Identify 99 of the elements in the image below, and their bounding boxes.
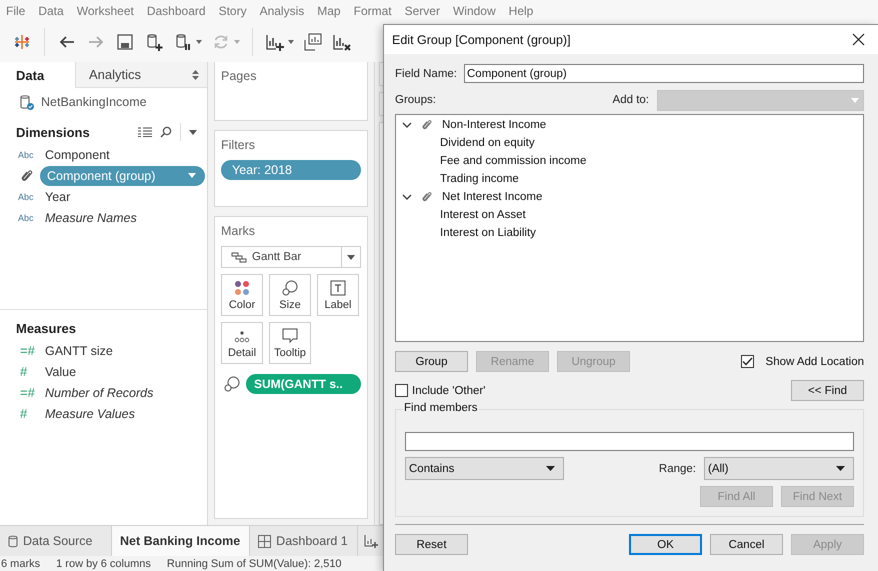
- status-text: 1 row by 6 columns: [56, 558, 151, 570]
- speech-bubble-icon: [282, 328, 298, 344]
- paperclip-icon: [421, 119, 433, 131]
- menu-item[interactable]: File: [6, 4, 26, 18]
- type-label: Abc: [18, 192, 35, 202]
- search-icon[interactable]: [160, 126, 172, 138]
- database-icon: [8, 534, 18, 548]
- menu-item[interactable]: Analysis: [260, 4, 304, 18]
- menu-item[interactable]: Story: [218, 4, 247, 18]
- member-item[interactable]: Trading income: [440, 173, 519, 185]
- mark-type-dropdown[interactable]: Gantt Bar: [221, 246, 361, 268]
- menu-item[interactable]: Map: [317, 4, 341, 18]
- field-name-input[interactable]: Component (group): [464, 64, 864, 83]
- card-title: Filters: [221, 138, 256, 152]
- close-icon[interactable]: [852, 33, 865, 46]
- check-icon: [742, 357, 753, 366]
- pane-tab[interactable]: Analytics: [75, 62, 207, 88]
- mark-property-button[interactable]: Detail: [221, 322, 263, 364]
- circles-icon: [224, 376, 240, 392]
- find-toggle-button[interactable]: << Find: [791, 380, 864, 401]
- group-item[interactable]: Net Interest Income: [442, 191, 542, 203]
- field-label: Range:: [658, 462, 696, 474]
- member-item[interactable]: Dividend on equity: [440, 137, 535, 149]
- dialog-title: Edit Group [Component (group)]: [392, 32, 571, 46]
- type-label: =#: [19, 385, 36, 400]
- type-label: #: [19, 364, 28, 379]
- group-title: Find members: [403, 402, 478, 414]
- database-icon: [19, 94, 35, 110]
- chevron-icon[interactable]: [402, 194, 412, 200]
- member-item[interactable]: Interest on Asset: [440, 209, 526, 221]
- caret-icon[interactable]: [347, 254, 355, 260]
- section-title: Dimensions: [16, 124, 90, 140]
- field-name[interactable]: Measure Names: [45, 210, 137, 224]
- text-box-icon: [330, 280, 346, 296]
- type-label: =#: [19, 343, 36, 358]
- mark-property-button[interactable]: Color: [221, 274, 263, 316]
- data-source-name[interactable]: NetBankingIncome: [41, 95, 147, 109]
- caret-icon[interactable]: [189, 130, 197, 134]
- menu-item[interactable]: Dashboard: [146, 4, 206, 18]
- dialog-button[interactable]: Reset: [395, 534, 468, 555]
- menu-item[interactable]: Worksheet: [76, 4, 134, 18]
- field-name[interactable]: Component: [45, 148, 110, 162]
- member-item[interactable]: Interest on Liability: [440, 227, 536, 239]
- field-label: Groups:: [395, 94, 436, 106]
- section-title: Measures: [16, 320, 76, 336]
- mark-property-button[interactable]: Size: [269, 274, 311, 316]
- group-item[interactable]: Non-Interest Income: [442, 119, 546, 131]
- card-title: Pages: [221, 69, 258, 83]
- menu-item[interactable]: Window: [452, 4, 496, 18]
- type-label: Abc: [18, 212, 35, 222]
- checkbox-label[interactable]: Include 'Other': [412, 384, 486, 396]
- circles-icon: [282, 280, 298, 296]
- paperclip-icon: [20, 168, 34, 182]
- dialog-button[interactable]: Cancel: [710, 534, 783, 555]
- status-text: 6 marks: [1, 558, 40, 570]
- logo-icon[interactable]: [12, 32, 32, 52]
- field-name[interactable]: GANTT size: [45, 344, 113, 358]
- card-title: Marks: [221, 224, 256, 238]
- clear-sheet-icon[interactable]: [332, 32, 352, 52]
- new-worksheet-icon[interactable]: [364, 534, 378, 548]
- caret-icon[interactable]: [288, 40, 294, 44]
- type-label: Abc: [18, 150, 35, 160]
- field-name[interactable]: Number of Records: [45, 386, 154, 400]
- field-label: Add to:: [612, 94, 649, 106]
- menu-item[interactable]: Format: [354, 4, 392, 18]
- dots-icon: [234, 280, 250, 296]
- caret-icon[interactable]: [546, 466, 555, 471]
- mark-property-button[interactable]: Label: [317, 274, 359, 316]
- range-dropdown[interactable]: (All): [704, 457, 854, 480]
- find-input[interactable]: [405, 432, 854, 451]
- status-text: Running Sum of SUM(Value): 2,510: [166, 558, 342, 570]
- list-view-icon[interactable]: [138, 127, 152, 137]
- dialog-button[interactable]: Group: [395, 351, 468, 372]
- paperclip-icon: [421, 191, 433, 203]
- grid-icon: [258, 534, 272, 548]
- chevron-icon[interactable]: [402, 122, 412, 128]
- menu-item[interactable]: Data: [38, 4, 64, 18]
- match-dropdown[interactable]: Contains: [405, 457, 564, 480]
- member-item[interactable]: Fee and commission income: [440, 155, 586, 167]
- caret-icon[interactable]: [196, 40, 202, 44]
- sort-arrows-icon[interactable]: [192, 70, 199, 80]
- field-name[interactable]: Year: [45, 190, 70, 204]
- mark-property-button[interactable]: Tooltip: [269, 322, 311, 364]
- field-label: Field Name:: [395, 68, 457, 80]
- duplicate-sheet-icon[interactable]: [303, 32, 323, 52]
- field-name[interactable]: Value: [45, 364, 76, 378]
- caret-icon[interactable]: [836, 466, 845, 471]
- field-name[interactable]: Measure Values: [45, 406, 135, 420]
- menu-item[interactable]: Help: [508, 4, 534, 18]
- dialog-button[interactable]: OK: [629, 534, 702, 555]
- sheet-tab[interactable]: Net Banking Income: [112, 526, 250, 556]
- type-label: #: [19, 406, 28, 421]
- checkbox[interactable]: [740, 355, 754, 368]
- gantt-icon: [231, 252, 247, 262]
- checkbox[interactable]: [395, 384, 408, 397]
- menu-item[interactable]: Server: [404, 4, 440, 18]
- save-icon[interactable]: [115, 32, 135, 52]
- new-worksheet-icon[interactable]: [265, 32, 285, 52]
- checkbox-label[interactable]: Show Add Location: [766, 356, 864, 368]
